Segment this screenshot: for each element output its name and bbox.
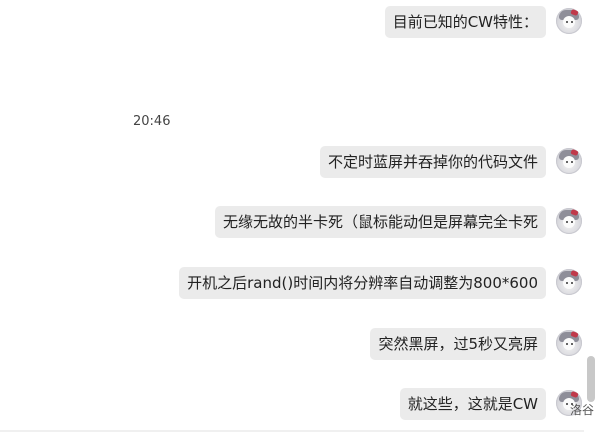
scrollbar-track[interactable] (584, 0, 600, 432)
user-avatar-icon[interactable] (556, 330, 582, 356)
message-row: 目前已知的CW特性： (0, 2, 584, 42)
message-row: 无缘无故的半卡死（鼠标能动但是屏幕完全卡死 (0, 202, 584, 242)
user-avatar-icon[interactable] (556, 148, 582, 174)
message-row: 不定时蓝屏并吞掉你的代码文件 (0, 142, 584, 182)
user-avatar-icon[interactable] (556, 8, 582, 34)
message-bubble[interactable]: 突然黑屏，过5秒又亮屏 (370, 328, 546, 360)
message-bubble[interactable]: 不定时蓝屏并吞掉你的代码文件 (319, 146, 546, 178)
chat-panel: 目前已知的CW特性： 20:46 不定时蓝屏并吞掉你的代码文件 无缘无故的半卡死… (0, 0, 584, 432)
user-avatar-icon[interactable] (556, 269, 582, 295)
message-bubble[interactable]: 就这些，这就是CW (399, 388, 546, 420)
scrollbar-thumb[interactable] (587, 356, 595, 402)
message-row: 就这些，这就是CW (0, 384, 584, 424)
corner-label: 洛谷 (569, 403, 594, 417)
message-bubble[interactable]: 目前已知的CW特性： (384, 6, 546, 38)
user-avatar-icon[interactable] (556, 208, 582, 234)
message-bubble[interactable]: 开机之后rand()时间内将分辨率自动调整为800*600 (179, 267, 546, 299)
message-bubble[interactable]: 无缘无故的半卡死（鼠标能动但是屏幕完全卡死 (214, 206, 546, 238)
message-timestamp: 20:46 (133, 114, 171, 129)
message-row: 突然黑屏，过5秒又亮屏 (0, 324, 584, 364)
message-row: 开机之后rand()时间内将分辨率自动调整为800*600 (0, 263, 584, 303)
